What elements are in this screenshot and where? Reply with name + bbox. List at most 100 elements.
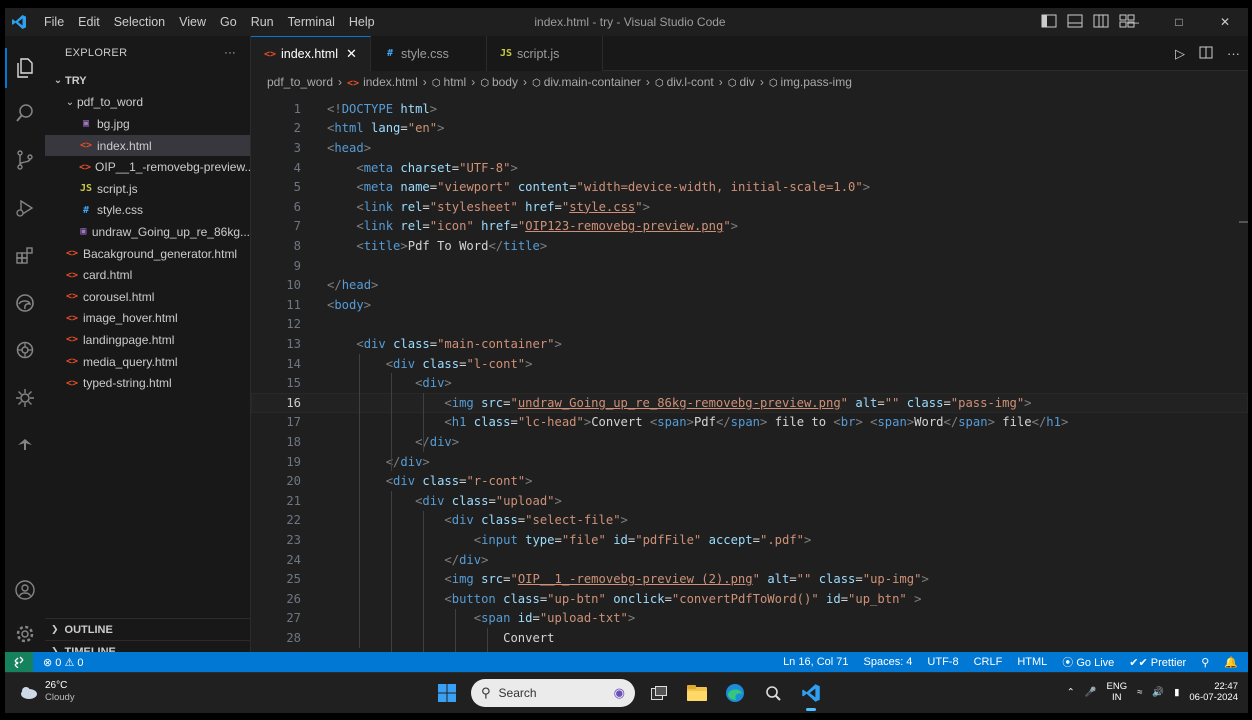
- accounts-icon[interactable]: [5, 570, 45, 610]
- go-live-button[interactable]: ⦿ Go Live: [1062, 654, 1114, 670]
- code-line[interactable]: 5 <meta name="viewport" content="width=d…: [251, 177, 1248, 197]
- notifications-bell-icon[interactable]: 🔔: [1224, 656, 1238, 669]
- close-window-icon[interactable]: ✕: [1202, 8, 1248, 36]
- volume-icon[interactable]: 🔊: [1152, 687, 1164, 698]
- tab-script-js[interactable]: JS script.js: [487, 36, 603, 71]
- code-line[interactable]: 1 <!DOCTYPE html>: [251, 99, 1248, 119]
- encoding[interactable]: UTF-8: [927, 656, 958, 668]
- file-item[interactable]: <> image_hover.html: [45, 308, 250, 330]
- menu-view[interactable]: View: [172, 8, 213, 36]
- explorer-more-icon[interactable]: ···: [224, 47, 236, 59]
- code-line[interactable]: 19 </div>: [251, 452, 1248, 472]
- code-line[interactable]: 28 Convert: [251, 628, 1248, 648]
- menu-run[interactable]: Run: [244, 8, 281, 36]
- microphone-icon[interactable]: 🎤: [1085, 687, 1097, 698]
- source-control-icon[interactable]: [5, 140, 45, 180]
- code-line[interactable]: 6 <link rel="stylesheet" href="style.css…: [251, 197, 1248, 217]
- search-icon[interactable]: [5, 93, 45, 133]
- extensions-icon[interactable]: [5, 236, 45, 276]
- menu-file[interactable]: File: [37, 8, 71, 36]
- code-line[interactable]: 4 <meta charset="UTF-8">: [251, 158, 1248, 178]
- file-item[interactable]: <> Bacakground_generator.html: [45, 243, 250, 265]
- code-line[interactable]: 22 <div class="select-file">: [251, 511, 1248, 531]
- toggle-secondary-sidebar-icon[interactable]: [1093, 14, 1109, 28]
- file-item[interactable]: JS script.js: [45, 178, 250, 200]
- file-item[interactable]: <> index.html: [45, 134, 250, 157]
- code-line[interactable]: 16 <img src="undraw_Going_up_re_86kg-rem…: [251, 393, 1248, 413]
- language-indicator[interactable]: ENG IN: [1107, 681, 1128, 703]
- breadcrumb-item[interactable]: <> index.html: [347, 75, 418, 89]
- code-line[interactable]: 10 </head>: [251, 275, 1248, 295]
- code-line[interactable]: 9: [251, 256, 1248, 276]
- chatgpt-icon[interactable]: [5, 330, 45, 370]
- remote-indicator-icon[interactable]: [5, 652, 33, 672]
- cursor-position[interactable]: Ln 16, Col 71: [783, 656, 848, 668]
- code-line[interactable]: 23 <input type="file" id="pdfFile" accep…: [251, 530, 1248, 550]
- live-share-icon[interactable]: [5, 424, 45, 464]
- task-view-icon[interactable]: [645, 679, 673, 707]
- end-of-line[interactable]: CRLF: [974, 656, 1003, 668]
- tab-style-css[interactable]: # style.css: [371, 36, 487, 71]
- code-line[interactable]: 13 <div class="main-container">: [251, 334, 1248, 354]
- code-line[interactable]: 25 <img src="OIP__1_-removebg-preview (2…: [251, 569, 1248, 589]
- split-editor-icon[interactable]: [1199, 46, 1213, 62]
- menu-go[interactable]: Go: [213, 8, 244, 36]
- files-icon[interactable]: [5, 48, 45, 88]
- code-editor[interactable]: 1 <!DOCTYPE html> 2 <html lang="en"> 3 <head>…: [251, 93, 1248, 652]
- file-item[interactable]: ▣ undraw_Going_up_re_86kg...: [45, 221, 250, 243]
- file-item[interactable]: <> corousel.html: [45, 286, 250, 308]
- toggle-primary-sidebar-icon[interactable]: [1041, 14, 1057, 28]
- code-line[interactable]: 12: [251, 315, 1248, 335]
- code-line[interactable]: 15 <div>: [251, 373, 1248, 393]
- code-line[interactable]: 2 <html lang="en">: [251, 119, 1248, 139]
- code-line[interactable]: 20 <div class="r-cont">: [251, 471, 1248, 491]
- taskbar-search[interactable]: ⚲ Search ◉: [471, 679, 635, 707]
- menu-selection[interactable]: Selection: [107, 8, 172, 36]
- problems-indicator[interactable]: ⊗ 0 ⚠ 0: [43, 656, 83, 669]
- file-explorer-icon[interactable]: [683, 679, 711, 707]
- breadcrumb-item[interactable]: ⬡ img.pass-img: [769, 75, 852, 89]
- tab-index-html[interactable]: <> index.html ✕: [251, 36, 371, 71]
- prettier-button[interactable]: ✔✔ Prettier: [1129, 656, 1186, 669]
- wifi-icon[interactable]: ≈: [1137, 687, 1142, 698]
- menu-help[interactable]: Help: [342, 8, 382, 36]
- breadcrumb-item[interactable]: ⬡ div.main-container: [532, 75, 641, 89]
- toggle-panel-icon[interactable]: [1067, 14, 1083, 28]
- code-line[interactable]: 8 <title>Pdf To Word</title>: [251, 236, 1248, 256]
- more-actions-icon[interactable]: ···: [1227, 46, 1240, 61]
- file-item[interactable]: ▣ bg.jpg: [45, 113, 250, 135]
- file-item[interactable]: <> landingpage.html: [45, 329, 250, 351]
- code-line[interactable]: 11 <body>: [251, 295, 1248, 315]
- edge-devtools-icon[interactable]: [5, 283, 45, 323]
- outline-section[interactable]: ❯ OUTLINE: [45, 618, 251, 640]
- code-line[interactable]: 26 <button class="up-btn" onclick="conve…: [251, 589, 1248, 609]
- file-item[interactable]: <> card.html: [45, 264, 250, 286]
- file-item[interactable]: <> media_query.html: [45, 351, 250, 373]
- close-tab-icon[interactable]: ✕: [346, 46, 357, 62]
- breadcrumb-item[interactable]: ⬡ html: [432, 75, 466, 89]
- code-line[interactable]: 17 <h1 class="lc-head">Convert <span>Pdf…: [251, 413, 1248, 433]
- file-item[interactable]: <> typed-string.html: [45, 372, 250, 394]
- breadcrumb-item[interactable]: ⬡ div: [728, 75, 755, 89]
- chevron-up-icon[interactable]: ⌃: [1067, 687, 1075, 698]
- breadcrumb-item[interactable]: ⬡ body: [480, 75, 518, 89]
- workspace-root[interactable]: ⌄ TRY: [45, 70, 250, 92]
- manage-gear-icon[interactable]: [5, 614, 45, 654]
- file-item[interactable]: <> OIP__1_-removebg-preview...: [45, 156, 250, 178]
- edge-browser-icon[interactable]: [721, 679, 749, 707]
- remote-explorer-icon[interactable]: [5, 378, 45, 418]
- clock[interactable]: 22:47 06-07-2024: [1189, 681, 1238, 703]
- feedback-icon[interactable]: ⚲: [1201, 656, 1209, 669]
- language-mode[interactable]: HTML: [1017, 656, 1047, 668]
- battery-icon[interactable]: ▮: [1174, 687, 1179, 698]
- search-app-icon[interactable]: [759, 679, 787, 707]
- file-item[interactable]: # style.css: [45, 200, 250, 222]
- code-line[interactable]: 3 <head>: [251, 138, 1248, 158]
- code-line[interactable]: 14 <div class="l-cont">: [251, 354, 1248, 374]
- run-icon[interactable]: ▷: [1175, 46, 1185, 62]
- minimize-icon[interactable]: —: [1110, 8, 1156, 36]
- code-line[interactable]: 21 <div class="upload">: [251, 491, 1248, 511]
- folder-pdf-to-word[interactable]: ⌄ pdf_to_word: [45, 92, 250, 114]
- vscode-taskbar-icon[interactable]: [797, 679, 825, 711]
- code-line[interactable]: 7 <link rel="icon" href="OIP123-removebg…: [251, 217, 1248, 237]
